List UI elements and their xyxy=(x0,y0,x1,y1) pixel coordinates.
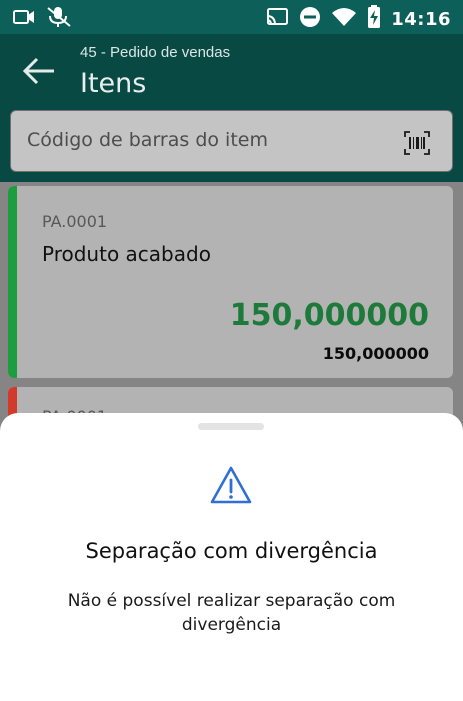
barcode-icon[interactable] xyxy=(404,131,430,155)
clock: 14:16 xyxy=(391,9,451,30)
wifi-icon xyxy=(331,7,357,32)
arrow-left-icon[interactable] xyxy=(22,56,56,86)
drag-handle[interactable] xyxy=(198,423,264,430)
barcode-search-input[interactable]: Código de barras do item xyxy=(10,110,453,172)
battery-charging-icon xyxy=(367,5,381,34)
warning-triangle-icon xyxy=(209,465,253,505)
list-item[interactable]: PA.0001 Produto acabado 150,000000 150,0… xyxy=(8,186,453,378)
do-not-disturb-icon xyxy=(299,6,321,33)
bottom-sheet-dialog: Separação com divergência Não é possível… xyxy=(0,413,463,701)
status-stripe xyxy=(8,186,17,378)
item-code: PA.0001 xyxy=(42,212,108,231)
mic-off-icon xyxy=(46,6,72,33)
item-name: Produto acabado xyxy=(42,242,211,266)
dialog-title: Separação com divergência xyxy=(85,539,378,563)
app-bar: 45 - Pedido de vendas Itens Código de ba… xyxy=(0,34,463,182)
order-subtitle: 45 - Pedido de vendas xyxy=(80,44,231,61)
videocam-off-icon xyxy=(12,7,36,32)
dialog-message: Não é possível realizar separação com di… xyxy=(67,591,396,635)
item-quantity-secondary: 150,000000 xyxy=(322,344,429,363)
status-bar: 14:16 xyxy=(0,0,463,34)
search-placeholder: Código de barras do item xyxy=(27,129,268,151)
cast-icon xyxy=(265,7,289,32)
item-quantity: 150,000000 xyxy=(229,298,429,333)
page-title: Itens xyxy=(80,68,147,99)
